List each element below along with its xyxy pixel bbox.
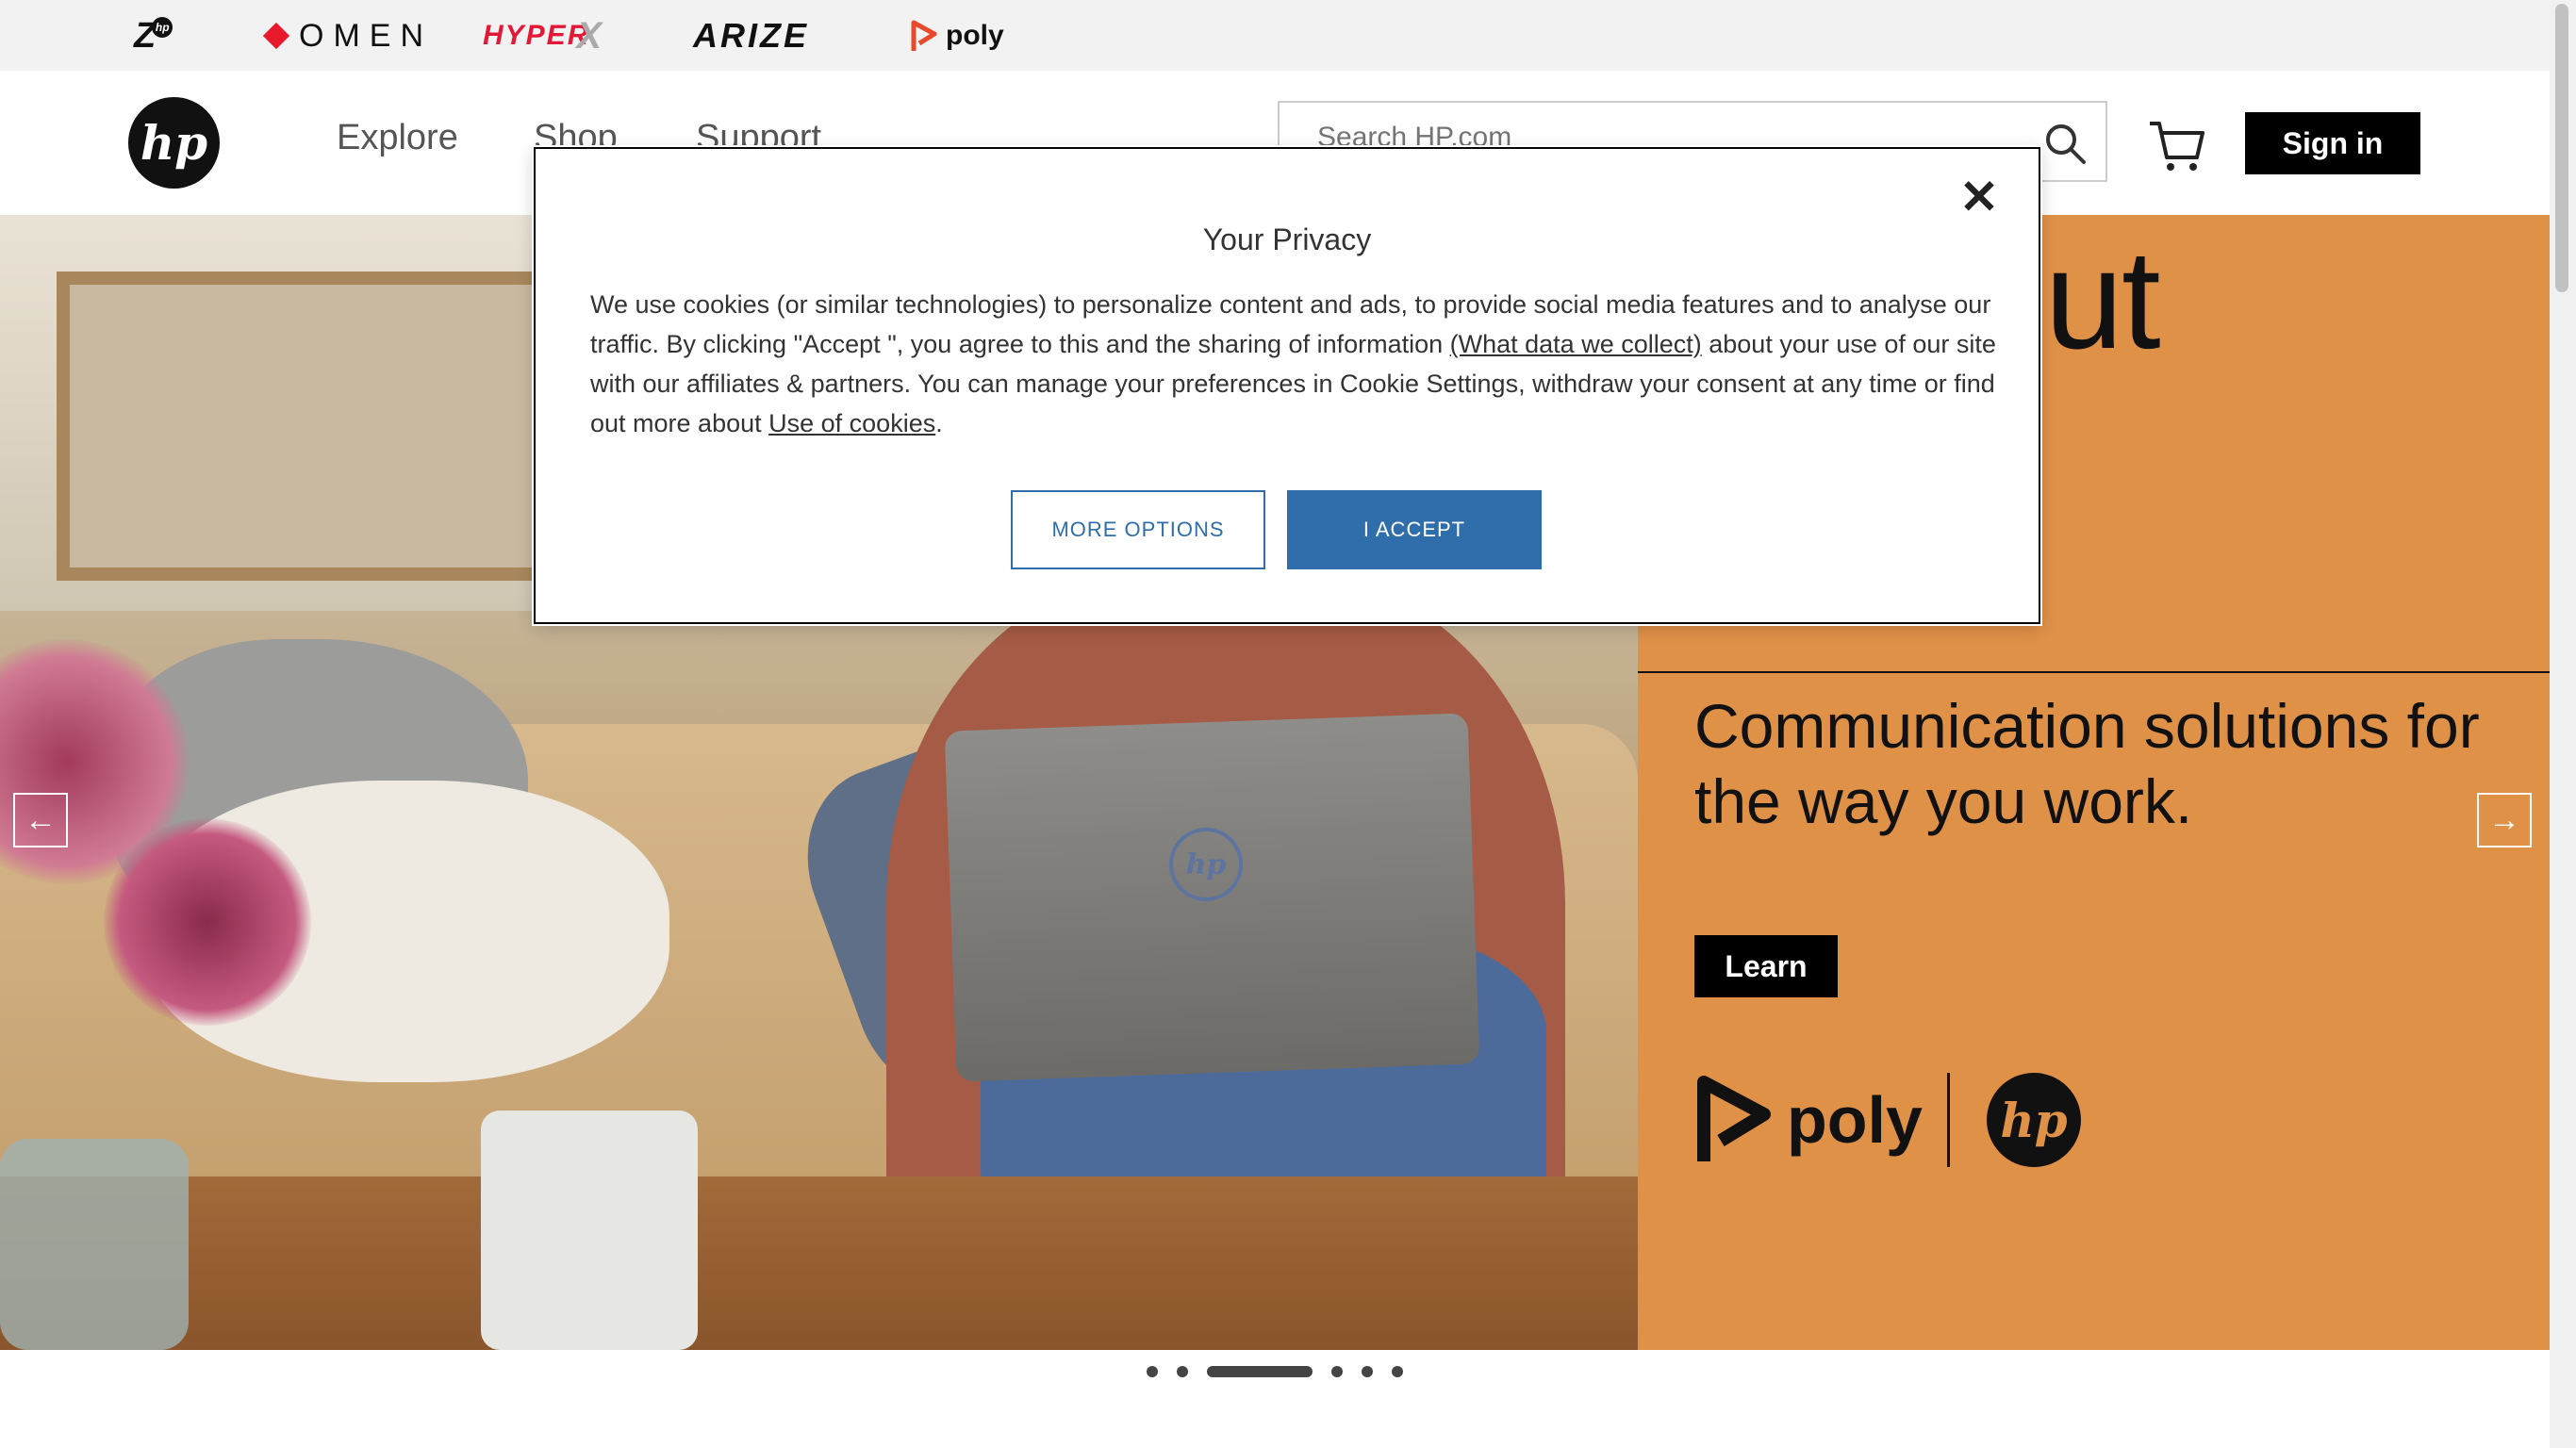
logo-divider [1947,1073,1950,1167]
poly-propeller-icon [911,20,937,51]
poly-logo-label: poly [1787,1083,1923,1157]
z-hp-badge: hp [152,17,173,38]
photo-window-frame [57,272,573,581]
privacy-dialog: ✕ Your Privacy We use cookies (or simila… [534,147,2040,624]
learn-button[interactable]: Learn [1694,935,1838,997]
use-of-cookies-link[interactable]: Use of cookies [768,409,935,437]
hyperx-brand-link[interactable]: HYPER X [483,11,603,60]
brand-bar: Z hp OMEN HYPER X ARIZE poly [0,0,2550,71]
omen-diamond-icon [262,22,290,50]
photo-vase [481,1111,698,1350]
scrollbar-thumb[interactable] [2555,4,2568,292]
carousel-dot[interactable] [1392,1366,1403,1377]
accept-button[interactable]: I ACCEPT [1287,490,1542,569]
carousel-next-button[interactable]: → [2477,793,2532,847]
hero-subheading: Communication solutions for the way you … [1694,691,2480,836]
hp-partner-logo: hp [1987,1073,2081,1167]
hyperx-brand-label: HYPER [483,20,590,51]
omen-brand-label: OMEN [299,17,433,54]
poly-brand-label: poly [946,20,1004,51]
photo-flower [104,818,311,1026]
search-icon[interactable] [2043,122,2087,165]
poly-logo: poly [1694,1063,1923,1176]
carousel-dot[interactable] [1362,1366,1373,1377]
carousel-dot[interactable] [1147,1366,1158,1377]
dialog-body-end: . [935,409,943,437]
close-icon[interactable]: ✕ [1956,173,2003,221]
photo-table [0,1176,1638,1350]
poly-brand-link[interactable]: poly [910,11,1004,60]
carousel-dot-active[interactable] [1207,1366,1313,1377]
hyperx-x-mark: X [576,14,604,57]
partner-logos: poly hp [1694,1063,2166,1176]
carousel-dot[interactable] [1331,1366,1343,1377]
dialog-body: We use cookies (or similar technologies)… [590,285,2005,443]
omen-brand-link[interactable]: OMEN [262,11,433,60]
arrow-right-icon: → [2488,802,2520,838]
panel-divider [1638,671,2550,673]
dialog-title: Your Privacy [1202,222,1372,256]
poly-propeller-icon [1697,1076,1771,1161]
arize-brand-label: ARIZE [693,16,809,55]
hp-logo[interactable]: hp [128,97,220,189]
laptop-hp-logo: hp [1169,828,1243,901]
nav-explore[interactable]: Explore [337,118,458,158]
arrow-left-icon: ← [25,802,57,838]
cart-icon[interactable] [2148,118,2206,174]
photo-vase-left [0,1139,189,1350]
sign-in-button[interactable]: Sign in [2245,112,2420,174]
page-scrollbar[interactable] [2550,0,2576,1448]
what-data-link[interactable]: (What data we collect) [1450,330,1702,358]
carousel-dot[interactable] [1177,1366,1188,1377]
z-brand-link[interactable]: Z hp [134,11,173,60]
arize-brand-link[interactable]: ARIZE [693,11,809,60]
carousel-dots [0,1365,2550,1378]
carousel-prev-button[interactable]: ← [13,793,68,847]
more-options-button[interactable]: MORE OPTIONS [1011,490,1265,569]
